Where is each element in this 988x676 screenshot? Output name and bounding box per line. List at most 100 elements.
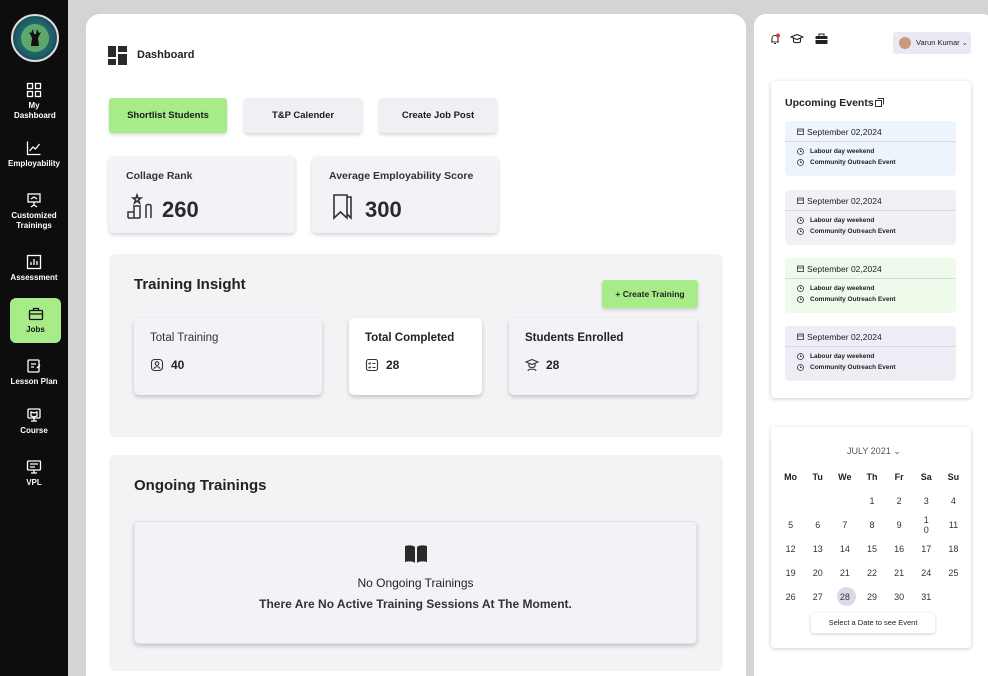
calendar-day-label: 5 — [788, 520, 794, 530]
calendar-day-label: 13 — [812, 544, 823, 554]
calendar-day-label: 15 — [866, 544, 877, 554]
calendar-month-selector[interactable]: JULY 2021 ⌄ — [847, 446, 901, 457]
calendar-day[interactable]: 9 — [886, 513, 913, 537]
briefcase-icon[interactable] — [815, 32, 828, 50]
calendar-day-label: 14 — [839, 544, 850, 554]
event-name: Community Outreach Event — [810, 159, 896, 166]
sidebar-item-vpl[interactable]: VPL — [0, 459, 68, 488]
calendar-day[interactable]: 24 — [913, 561, 940, 585]
calendar-day[interactable]: 10 — [913, 513, 940, 537]
calendar-day[interactable]: 26 — [777, 585, 804, 609]
event-name: Community Outreach Event — [810, 364, 896, 371]
calendar-day[interactable]: 17 — [913, 537, 940, 561]
calendar-day[interactable]: 20 — [804, 561, 831, 585]
weekday-header: Su — [947, 472, 960, 482]
sidebar-item-label: Employability — [7, 159, 60, 168]
calendar-day[interactable]: 15 — [858, 537, 885, 561]
calendar-day — [831, 489, 858, 513]
calendar-day[interactable]: 22 — [858, 561, 885, 585]
calendar-day-label: 4 — [950, 496, 956, 506]
calendar-day[interactable]: 29 — [858, 585, 885, 609]
event-name: Labour day weekend — [810, 353, 875, 360]
calendar-day[interactable]: 13 — [804, 537, 831, 561]
calendar-day[interactable]: 12 — [777, 537, 804, 561]
chevron-down-icon: ⌄ — [893, 446, 901, 456]
event-name: Labour day weekend — [810, 217, 875, 224]
sidebar-item-jobs[interactable]: Jobs — [10, 298, 61, 343]
user-name: Varun Kumar — [916, 38, 960, 47]
graduation-cap-icon[interactable] — [789, 32, 805, 50]
badge-user-icon — [150, 358, 164, 372]
open-book-icon — [405, 545, 427, 563]
calendar-day[interactable]: 31 — [913, 585, 940, 609]
calendar-day[interactable]: 6 — [804, 513, 831, 537]
avatar — [899, 37, 911, 49]
total-completed-card: Total Completed 28 — [349, 318, 482, 395]
calendar-day-label: 8 — [869, 520, 875, 530]
calendar-day[interactable]: 30 — [886, 585, 913, 609]
calendar-day[interactable]: 18 — [940, 537, 967, 561]
checklist-icon — [365, 358, 379, 372]
sidebar-item-lesson-plan[interactable]: Lesson Plan — [0, 358, 68, 387]
clock-icon — [797, 148, 804, 155]
calendar-day[interactable]: 2 — [886, 489, 913, 513]
clock-icon — [797, 285, 804, 292]
calendar-day[interactable]: 25 — [940, 561, 967, 585]
calendar-day — [804, 489, 831, 513]
event-item[interactable]: September 02,2024 Labour day weekend Com… — [785, 258, 956, 313]
calendar-day[interactable]: 7 — [831, 513, 858, 537]
total-completed-value: 28 — [386, 358, 400, 372]
sidebar-item-course[interactable]: Course — [0, 407, 68, 436]
bar-chart-icon — [26, 254, 42, 270]
calendar-day[interactable]: 28 — [831, 585, 858, 609]
sidebar-item-assessment[interactable]: Assessment — [0, 254, 68, 283]
sidebar-item-employability[interactable]: Employability — [0, 140, 68, 169]
calendar-day[interactable]: 16 — [886, 537, 913, 561]
calendar-day[interactable]: 8 — [858, 513, 885, 537]
calendar-day-label: 7 — [842, 520, 848, 530]
calendar-day[interactable]: 14 — [831, 537, 858, 561]
calendar-card: JULY 2021 ⌄ Mo Tu We Th Fr Sa Su 1 2 3 4 5 6 7 8 9 10 11 1… — [771, 427, 971, 648]
event-date: September 02,2024 — [807, 127, 882, 137]
calendar-day[interactable]: 21 — [831, 561, 858, 585]
external-window-icon[interactable] — [875, 98, 884, 107]
shortlist-students-button[interactable]: Shortlist Students — [109, 98, 227, 133]
main-panel: Dashboard Shortlist Students T&P Calende… — [86, 14, 746, 676]
college-rank-label: Collage Rank — [126, 170, 193, 182]
calendar-day[interactable]: 5 — [777, 513, 804, 537]
calendar-day[interactable]: 3 — [913, 489, 940, 513]
event-item[interactable]: September 02,2024 Labour day weekend Com… — [785, 326, 956, 381]
notebook-icon — [27, 359, 41, 373]
calendar-day[interactable]: 1 — [858, 489, 885, 513]
sidebar-item-my-dashboard[interactable]: My Dashboard — [0, 82, 68, 121]
tp-calendar-button[interactable]: T&P Calender — [244, 98, 362, 133]
calendar-day — [940, 585, 967, 609]
event-item[interactable]: September 02,2024 Labour day weekend Com… — [785, 190, 956, 245]
calendar-day[interactable]: 11 — [940, 513, 967, 537]
empty-state-title: No Ongoing Trainings — [357, 576, 474, 590]
employability-score-card: Average Employability Score 300 — [312, 156, 498, 233]
calendar-day-label: 27 — [812, 592, 823, 602]
event-name: Labour day weekend — [810, 148, 875, 155]
event-item[interactable]: September 02,2024 Labour day weekend Com… — [785, 121, 956, 176]
create-training-button[interactable]: + Create Training — [602, 280, 698, 308]
calendar-day[interactable]: 27 — [804, 585, 831, 609]
notification-bell-icon[interactable] — [769, 32, 781, 50]
calendar-icon — [797, 333, 804, 340]
user-menu-button[interactable]: Varun Kumar ⌄ — [893, 32, 971, 54]
create-job-post-button[interactable]: Create Job Post — [379, 98, 497, 133]
calendar-day-label: 12 — [785, 544, 796, 554]
sidebar-item-customized-trainings[interactable]: Customized Trainings — [0, 192, 68, 231]
college-rank-value: 260 — [162, 197, 199, 222]
calendar-day[interactable]: 19 — [777, 561, 804, 585]
right-panel: Varun Kumar ⌄ Upcoming Events September … — [754, 14, 988, 676]
calendar-day-label: 16 — [894, 544, 905, 554]
calendar-day-label: 19 — [785, 568, 796, 578]
calendar-day-label: 21 — [894, 568, 905, 578]
calendar-day[interactable]: 4 — [940, 489, 967, 513]
event-name: Community Outreach Event — [810, 228, 896, 235]
podium-person-icon — [127, 192, 152, 219]
calendar-day-label: 20 — [812, 568, 823, 578]
calendar-day[interactable]: 21 — [886, 561, 913, 585]
calendar-icon — [797, 128, 804, 135]
